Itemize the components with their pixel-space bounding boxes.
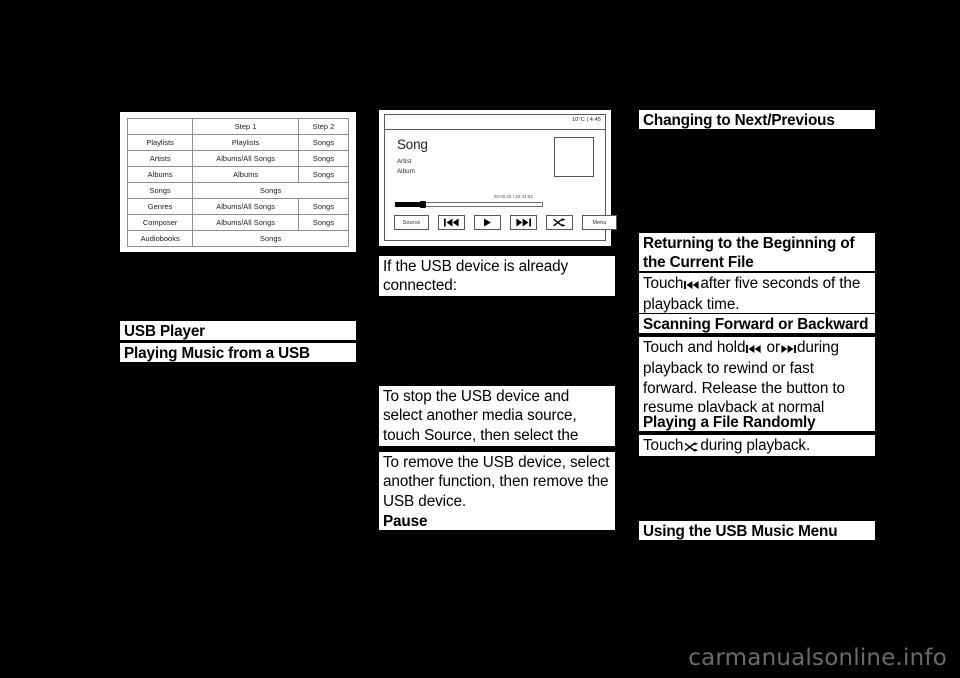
table-cell-step2: Songs xyxy=(297,198,350,215)
text-playing-file-randomly: Touch during playback. xyxy=(639,435,875,456)
table-row: Composer Albums/All Songs Songs xyxy=(126,214,350,231)
table-cell-step2: Songs xyxy=(297,150,350,167)
shuffle-button[interactable] xyxy=(546,215,573,230)
table-cell-category: Audiobooks xyxy=(126,230,194,247)
status-temperature-clock: 10°C | 4:45 xyxy=(571,117,601,123)
playback-progress-bar[interactable] xyxy=(395,201,543,208)
progress-knob[interactable] xyxy=(420,201,426,208)
table-cell-step1: Albums/All Songs xyxy=(192,150,299,167)
previous-track-icon xyxy=(746,340,761,359)
table-cell-step1: Albums/All Songs xyxy=(192,198,299,215)
scanning-text-middle: or xyxy=(766,339,781,356)
track-album: Album xyxy=(397,167,415,175)
previous-track-button[interactable] xyxy=(438,215,465,230)
text-returning-to-beginning: Touch after five seconds of the playback … xyxy=(639,273,875,313)
text-already-connected: If the USB device is already connected: xyxy=(379,256,615,296)
text-remove-usb-device: To remove the USB device, select another… xyxy=(379,452,615,511)
scanning-text-before: Touch and hold xyxy=(643,339,746,356)
random-text-before: Touch xyxy=(643,437,684,454)
table-row: Songs Songs xyxy=(126,182,349,199)
table-cell-category: Songs xyxy=(126,182,194,199)
table-row: Step 1 Step 2 xyxy=(126,118,350,135)
progress-fill xyxy=(395,202,423,207)
menu-button[interactable]: Menu xyxy=(582,215,617,230)
infotainment-screen: 10°C | 4:45 Song Artist Album 00:00:26 /… xyxy=(384,114,617,241)
manual-page: Step 1 Step 2 Playlists Playlists Songs … xyxy=(0,0,960,678)
table-cell-step2: Songs xyxy=(297,134,350,151)
heading-changing-next-previous-files: Changing to Next/Previous Files xyxy=(639,110,875,148)
table-cell-step2: Songs xyxy=(297,166,350,183)
table-row: Artists Albums/All Songs Songs xyxy=(126,150,350,167)
music-browse-steps-table: Step 1 Step 2 Playlists Playlists Songs … xyxy=(126,118,350,247)
previous-track-icon xyxy=(684,276,699,295)
track-title: Song xyxy=(397,137,428,152)
next-track-icon xyxy=(516,218,531,227)
random-text-after: during playback. xyxy=(700,437,811,454)
table-cell-step1: Albums/All Songs xyxy=(192,214,299,231)
heading-playing-file-randomly: Playing a File Randomly xyxy=(639,412,875,433)
table-cell-category: Playlists xyxy=(126,134,194,151)
now-playing-info: Song Artist Album xyxy=(397,137,428,176)
heading-using-usb-music-menu: Using the USB Music Menu xyxy=(639,521,875,542)
table-row: Playlists Playlists Songs xyxy=(126,134,350,151)
heading-pause: Pause xyxy=(379,511,615,532)
text-stop-usb-device: To stop the USB device and select anothe… xyxy=(379,386,615,463)
album-art-placeholder xyxy=(554,137,594,177)
shuffle-icon xyxy=(684,438,699,457)
table-cell-category: Artists xyxy=(126,150,194,167)
table-cell-step1: Albums xyxy=(192,166,299,183)
table-cell-category: Composer xyxy=(126,214,194,231)
heading-returning-to-beginning: Returning to the Beginning of the Curren… xyxy=(639,233,875,273)
transport-button-row: Source Menu xyxy=(394,215,617,230)
play-button[interactable] xyxy=(474,215,501,230)
music-browse-steps-figure: Step 1 Step 2 Playlists Playlists Songs … xyxy=(120,112,356,252)
previous-track-icon xyxy=(444,218,459,227)
table-cell-category: Albums xyxy=(126,166,194,183)
table-cell-step1: Songs xyxy=(192,230,349,247)
playback-time-display: 00:00:26 / 02:31:52 xyxy=(494,194,533,199)
table-row: Albums Albums Songs xyxy=(126,166,350,183)
table-row: Genres Albums/All Songs Songs xyxy=(126,198,350,215)
table-cell-step1: Songs xyxy=(192,182,349,199)
shuffle-icon xyxy=(553,218,566,227)
track-artist: Artist xyxy=(397,158,412,165)
play-icon xyxy=(484,218,491,227)
footer-watermark: carmanualsonline.info xyxy=(0,638,960,678)
table-cell-empty xyxy=(126,118,194,135)
usb-player-screen-figure: 10°C | 4:45 Song Artist Album 00:00:26 /… xyxy=(379,110,617,246)
table-cell-step1: Playlists xyxy=(192,134,299,151)
table-header-step2: Step 2 xyxy=(297,118,350,135)
returning-text-before: Touch xyxy=(643,275,684,292)
heading-usb-player: USB Player xyxy=(120,321,356,342)
next-track-button[interactable] xyxy=(510,215,537,230)
source-button[interactable]: Source xyxy=(394,215,429,230)
heading-playing-music-from-usb: Playing Music from a USB Device xyxy=(120,343,356,381)
next-track-icon xyxy=(781,340,796,359)
text-scanning-forward-backward: Touch and hold or during playback to rewi… xyxy=(639,337,875,436)
table-cell-step2: Songs xyxy=(297,214,350,231)
table-header-step1: Step 1 xyxy=(192,118,299,135)
watermark-text: carmanualsonline.info xyxy=(688,645,947,671)
table-row: Audiobooks Songs xyxy=(126,230,349,247)
heading-scanning-forward-backward: Scanning Forward or Backward xyxy=(639,314,875,335)
table-cell-category: Genres xyxy=(126,198,194,215)
status-bar: 10°C | 4:45 xyxy=(385,115,605,130)
